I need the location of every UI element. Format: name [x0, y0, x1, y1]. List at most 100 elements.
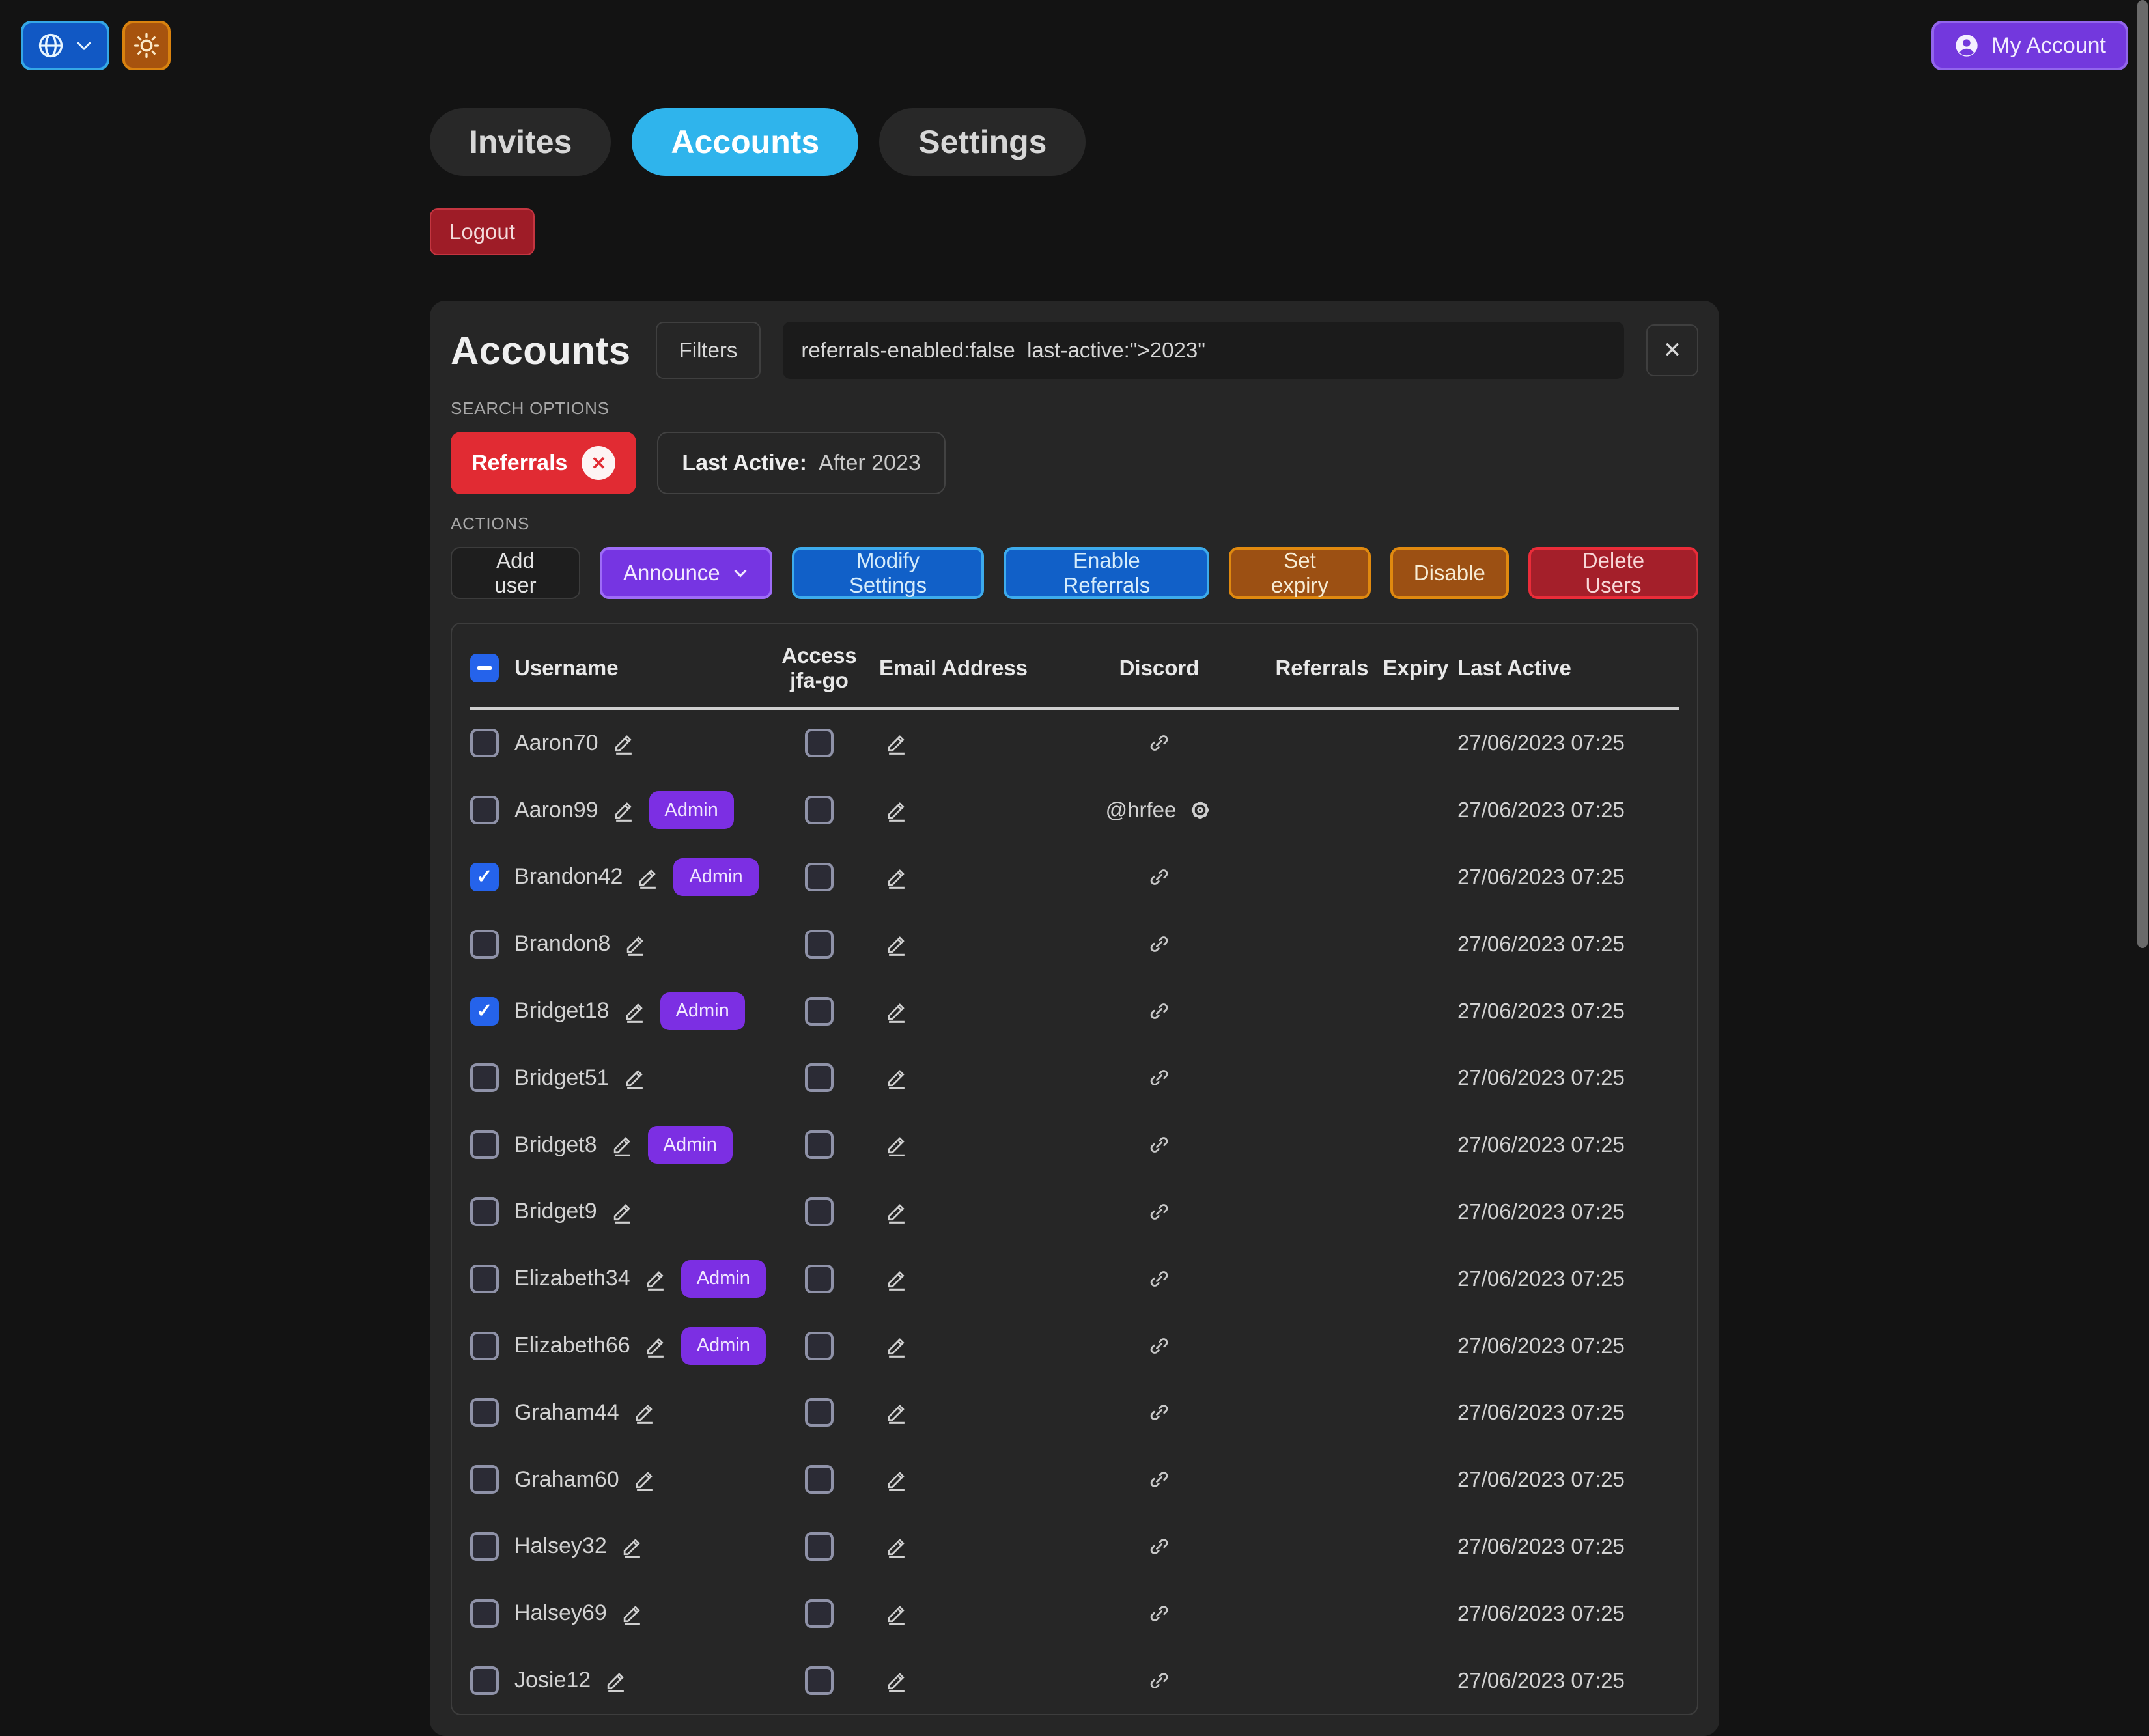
discord-link-icon[interactable]: [1148, 1335, 1170, 1357]
access-jfa-go-checkbox[interactable]: [805, 1398, 834, 1427]
access-jfa-go-checkbox[interactable]: [805, 1332, 834, 1360]
row-select-checkbox[interactable]: [470, 1666, 499, 1695]
referrals-filter-chip[interactable]: Referrals ✕: [451, 432, 636, 494]
access-jfa-go-checkbox[interactable]: [805, 997, 834, 1026]
disable-button[interactable]: Disable: [1390, 547, 1509, 599]
theme-toggle-button[interactable]: [122, 21, 171, 70]
row-select-checkbox[interactable]: [470, 1130, 499, 1159]
access-jfa-go-checkbox[interactable]: [805, 1130, 834, 1159]
search-input[interactable]: [783, 322, 1624, 379]
remove-filter-icon[interactable]: ✕: [582, 446, 615, 480]
discord-link-icon[interactable]: [1148, 866, 1170, 888]
edit-username-icon[interactable]: [623, 1065, 647, 1090]
edit-username-icon[interactable]: [623, 999, 647, 1024]
row-select-checkbox[interactable]: [470, 729, 499, 757]
tab-accounts[interactable]: Accounts: [632, 108, 858, 176]
language-button[interactable]: [21, 21, 109, 70]
edit-email-icon[interactable]: [884, 999, 909, 1024]
discord-link-icon[interactable]: [1148, 933, 1170, 955]
username-text: Aaron99: [514, 798, 598, 823]
row-select-checkbox[interactable]: [470, 1465, 499, 1494]
access-jfa-go-checkbox[interactable]: [805, 1666, 834, 1695]
edit-email-icon[interactable]: [884, 798, 909, 822]
tab-invites[interactable]: Invites: [430, 108, 611, 176]
globe-icon: [36, 31, 65, 60]
discord-link-icon[interactable]: [1148, 1134, 1170, 1156]
row-select-checkbox[interactable]: [470, 1197, 499, 1226]
access-jfa-go-checkbox[interactable]: [805, 1197, 834, 1226]
edit-email-icon[interactable]: [884, 1132, 909, 1157]
set-expiry-button[interactable]: Set expiry: [1229, 547, 1371, 599]
discord-link-icon[interactable]: [1148, 732, 1170, 754]
row-select-checkbox[interactable]: [470, 1599, 499, 1628]
announce-button[interactable]: Announce: [600, 547, 772, 599]
row-select-checkbox[interactable]: [470, 1532, 499, 1561]
add-user-button[interactable]: Add user: [451, 547, 580, 599]
discord-link-icon[interactable]: [1148, 1468, 1170, 1491]
row-select-checkbox[interactable]: [470, 997, 499, 1026]
discord-link-icon[interactable]: [1148, 1067, 1170, 1089]
discord-link-icon[interactable]: [1148, 1535, 1170, 1558]
edit-username-icon[interactable]: [632, 1467, 657, 1492]
my-account-button[interactable]: My Account: [1931, 21, 2128, 70]
edit-username-icon[interactable]: [611, 731, 636, 755]
discord-link-icon[interactable]: [1148, 1603, 1170, 1625]
edit-email-icon[interactable]: [884, 1065, 909, 1090]
edit-email-icon[interactable]: [884, 865, 909, 889]
discord-link-icon[interactable]: [1148, 1268, 1170, 1290]
edit-username-icon[interactable]: [610, 1199, 635, 1224]
enable-referrals-button[interactable]: Enable Referrals: [1004, 547, 1209, 599]
delete-users-button[interactable]: Delete Users: [1528, 547, 1698, 599]
edit-username-icon[interactable]: [610, 1132, 635, 1157]
discord-link-icon[interactable]: [1148, 1000, 1170, 1022]
edit-email-icon[interactable]: [884, 1467, 909, 1492]
edit-username-icon[interactable]: [636, 865, 660, 889]
edit-email-icon[interactable]: [884, 1601, 909, 1626]
access-jfa-go-checkbox[interactable]: [805, 796, 834, 824]
clear-search-button[interactable]: ✕: [1646, 324, 1698, 376]
row-select-checkbox[interactable]: [470, 1063, 499, 1092]
access-jfa-go-checkbox[interactable]: [805, 1265, 834, 1293]
last-active-filter-chip[interactable]: Last Active: After 2023: [657, 432, 945, 494]
edit-username-icon[interactable]: [611, 798, 636, 822]
edit-username-icon[interactable]: [632, 1400, 657, 1425]
discord-link-icon[interactable]: [1148, 1401, 1170, 1423]
row-select-checkbox[interactable]: [470, 863, 499, 891]
edit-username-icon[interactable]: [643, 1334, 668, 1358]
tab-settings[interactable]: Settings: [879, 108, 1086, 176]
filters-button[interactable]: Filters: [656, 322, 761, 379]
edit-email-icon[interactable]: [884, 932, 909, 957]
edit-username-icon[interactable]: [623, 932, 648, 957]
edit-email-icon[interactable]: [884, 1267, 909, 1291]
edit-username-icon[interactable]: [643, 1267, 668, 1291]
scrollbar-thumb[interactable]: [2137, 0, 2148, 948]
row-select-checkbox[interactable]: [470, 1332, 499, 1360]
row-select-checkbox[interactable]: [470, 1398, 499, 1427]
access-jfa-go-checkbox[interactable]: [805, 1599, 834, 1628]
access-jfa-go-checkbox[interactable]: [805, 1063, 834, 1092]
row-select-checkbox[interactable]: [470, 930, 499, 959]
access-jfa-go-checkbox[interactable]: [805, 729, 834, 757]
edit-email-icon[interactable]: [884, 1334, 909, 1358]
access-jfa-go-checkbox[interactable]: [805, 863, 834, 891]
edit-email-icon[interactable]: [884, 731, 909, 755]
edit-email-icon[interactable]: [884, 1534, 909, 1559]
discord-settings-icon[interactable]: [1188, 798, 1213, 822]
table-row: Elizabeth34 Admin: [470, 1245, 1679, 1312]
select-all-checkbox[interactable]: [470, 654, 499, 682]
edit-username-icon[interactable]: [620, 1601, 645, 1626]
logout-button[interactable]: Logout: [430, 208, 535, 255]
access-jfa-go-checkbox[interactable]: [805, 930, 834, 959]
access-jfa-go-checkbox[interactable]: [805, 1465, 834, 1494]
edit-email-icon[interactable]: [884, 1668, 909, 1693]
row-select-checkbox[interactable]: [470, 1265, 499, 1293]
edit-email-icon[interactable]: [884, 1400, 909, 1425]
discord-link-icon[interactable]: [1148, 1670, 1170, 1692]
row-select-checkbox[interactable]: [470, 796, 499, 824]
edit-email-icon[interactable]: [884, 1199, 909, 1224]
discord-link-icon[interactable]: [1148, 1201, 1170, 1223]
edit-username-icon[interactable]: [620, 1534, 645, 1559]
edit-username-icon[interactable]: [604, 1668, 628, 1693]
modify-settings-button[interactable]: Modify Settings: [792, 547, 985, 599]
access-jfa-go-checkbox[interactable]: [805, 1532, 834, 1561]
